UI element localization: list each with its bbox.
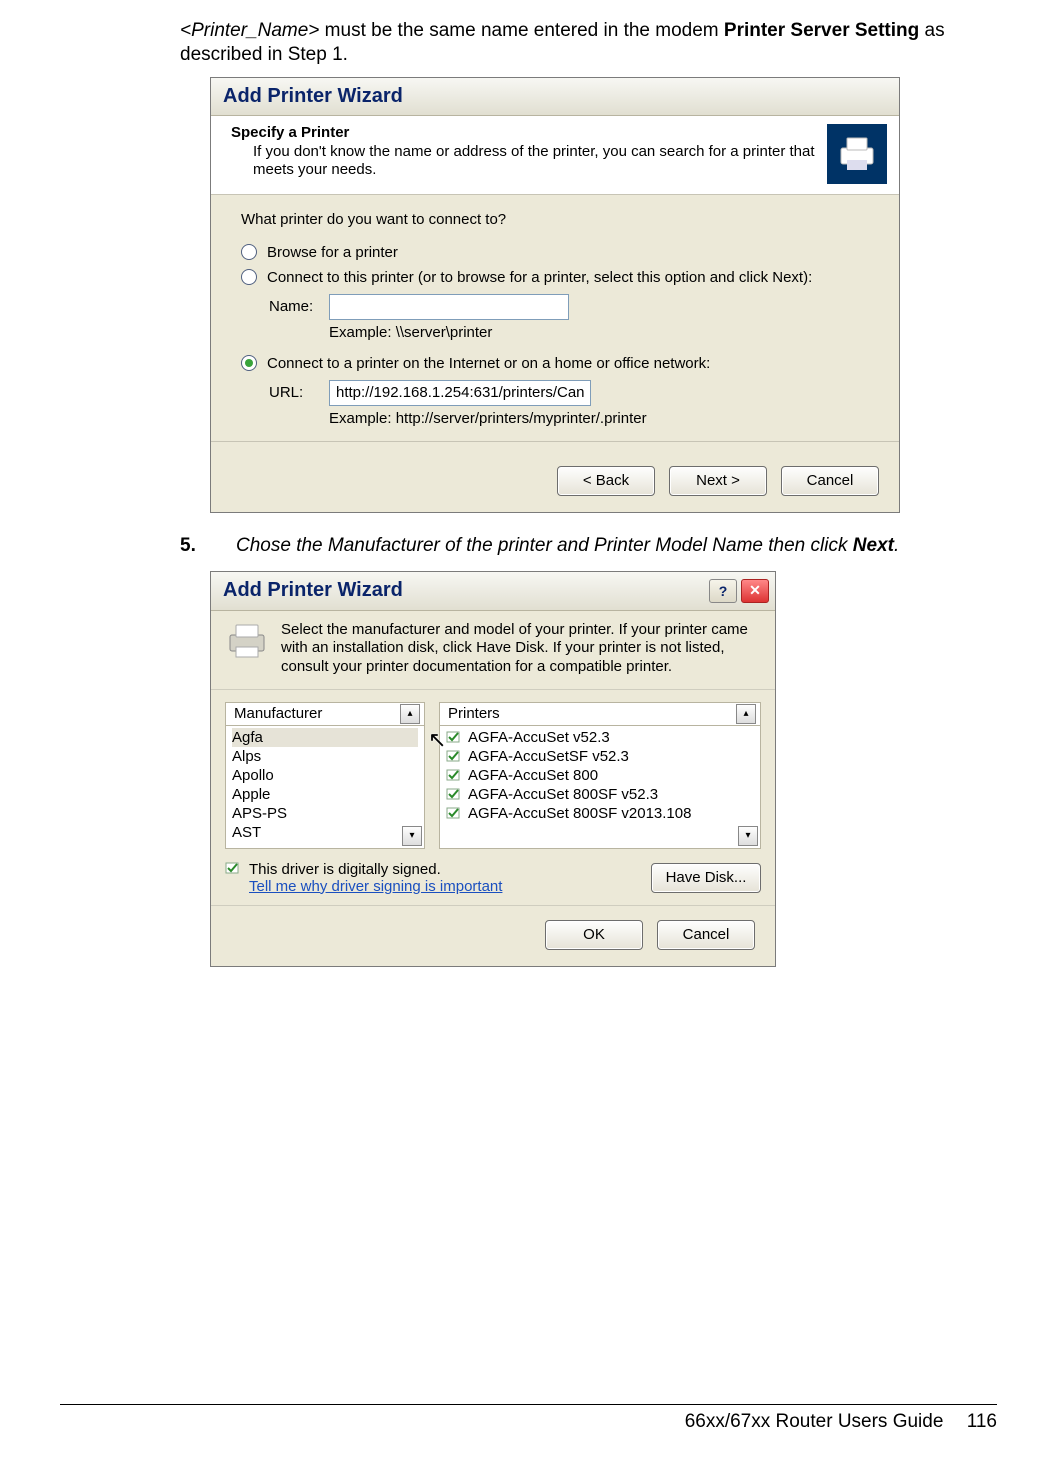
list-item[interactable]: AGFA-AccuSet 800 <box>446 766 754 785</box>
dialog2-instructions: Select the manufacturer and model of you… <box>281 621 761 677</box>
printer-url-input[interactable] <box>329 380 591 406</box>
add-printer-wizard-driver-dialog: Add Printer Wizard ? ✕ Select the manufa… <box>210 571 776 967</box>
radio-icon <box>241 355 257 371</box>
radio-icon <box>241 269 257 285</box>
signed-driver-icon <box>446 806 462 820</box>
have-disk-button[interactable]: Have Disk... <box>651 863 761 893</box>
url-field-row: URL: <box>269 380 869 406</box>
signed-driver-icon <box>446 730 462 744</box>
dialog1-titlebar: Add Printer Wizard <box>211 78 899 116</box>
step-number: 5. <box>180 535 236 557</box>
dialog2-button-row: OK Cancel <box>211 906 775 966</box>
radio-internet-printer[interactable]: Connect to a printer on the Internet or … <box>241 355 869 372</box>
close-button[interactable]: ✕ <box>741 579 769 603</box>
printer-name-input[interactable] <box>329 294 569 320</box>
list-item[interactable]: Apollo <box>232 766 418 785</box>
step-5: 5. Chose the Manufacturer of the printer… <box>180 535 997 557</box>
list-item[interactable]: AGFA-AccuSetSF v52.3 <box>446 747 754 766</box>
dialog2-titlebar: Add Printer Wizard ? ✕ <box>211 572 775 611</box>
dialog2-header: Select the manufacturer and model of you… <box>211 611 775 690</box>
scroll-down-icon[interactable]: ▾ <box>738 826 758 846</box>
driver-signed-row: This driver is digitally signed. Tell me… <box>211 857 775 906</box>
example-unc: Example: \\server\printer <box>329 324 869 341</box>
list-item[interactable]: Apple <box>232 785 418 804</box>
dialog1-header: Specify a Printer If you don't know the … <box>211 116 899 195</box>
ok-button[interactable]: OK <box>545 920 643 950</box>
radio-connect-to-printer[interactable]: Connect to this printer (or to browse fo… <box>241 269 869 286</box>
name-field-row: Name: <box>269 294 869 320</box>
example-url: Example: http://server/printers/myprinte… <box>329 410 869 427</box>
signed-line1: This driver is digitally signed. <box>249 861 502 878</box>
dialog1-subheading: If you don't know the name or address of… <box>231 143 817 181</box>
list-item[interactable]: APS-PS <box>232 804 418 823</box>
printer-name-token: <Printer_Name> <box>180 20 319 41</box>
printer-icon <box>225 621 269 661</box>
list-item[interactable]: AGFA-AccuSet 800SF v2013.108 <box>446 804 754 823</box>
list-item[interactable]: AGFA-AccuSet 800SF v52.3 <box>446 785 754 804</box>
dialog1-prompt: What printer do you want to connect to? <box>241 211 869 228</box>
back-button[interactable]: < Back <box>557 466 655 496</box>
radio-browse-printer[interactable]: Browse for a printer <box>241 244 869 261</box>
list-item[interactable]: Agfa <box>232 728 418 747</box>
page-number: 116 <box>967 1411 997 1432</box>
printers-list[interactable]: AGFA-AccuSet v52.3 AGFA-AccuSetSF v52.3 … <box>439 726 761 849</box>
signing-info-link[interactable]: Tell me why driver signing is important <box>249 878 502 895</box>
list-item[interactable]: AGFA-AccuSet v52.3 <box>446 728 754 747</box>
list-item[interactable]: Alps <box>232 747 418 766</box>
scroll-up-icon[interactable]: ▴ <box>736 704 756 724</box>
driver-lists: Manufacturer ▴ Agfa Alps Apollo Apple AP… <box>211 690 775 857</box>
next-button[interactable]: Next > <box>669 466 767 496</box>
printers-header: Printers ▴ <box>439 702 761 726</box>
page-footer: 66xx/67xx Router Users Guide 116 <box>60 1404 997 1433</box>
cancel-button[interactable]: Cancel <box>781 466 879 496</box>
signed-driver-icon <box>446 749 462 763</box>
footer-title: 66xx/67xx Router Users Guide <box>685 1411 944 1432</box>
manufacturer-header: Manufacturer ▴ <box>225 702 425 726</box>
signed-driver-icon <box>225 861 241 875</box>
list-item[interactable]: AST <box>232 823 418 842</box>
help-button[interactable]: ? <box>709 579 737 603</box>
cursor-icon: ↖ <box>428 727 446 753</box>
scroll-down-icon[interactable]: ▾ <box>402 826 422 846</box>
signed-driver-icon <box>446 787 462 801</box>
name-label: Name: <box>269 298 329 315</box>
intro-paragraph: <Printer_Name> must be the same name ent… <box>180 19 997 67</box>
cancel-button[interactable]: Cancel <box>657 920 755 950</box>
manufacturer-list[interactable]: Agfa Alps Apollo Apple APS-PS AST ▾ <box>225 726 425 849</box>
dialog1-heading: Specify a Printer <box>231 124 817 141</box>
radio-icon <box>241 244 257 260</box>
signed-driver-icon <box>446 768 462 782</box>
scroll-up-icon[interactable]: ▴ <box>400 704 420 724</box>
dialog1-button-row: < Back Next > Cancel <box>211 452 899 512</box>
step-text: Chose the Manufacturer of the printer an… <box>236 535 997 557</box>
printer-icon <box>827 124 887 184</box>
add-printer-wizard-specify-dialog: Add Printer Wizard Specify a Printer If … <box>210 77 900 513</box>
url-label: URL: <box>269 384 329 401</box>
